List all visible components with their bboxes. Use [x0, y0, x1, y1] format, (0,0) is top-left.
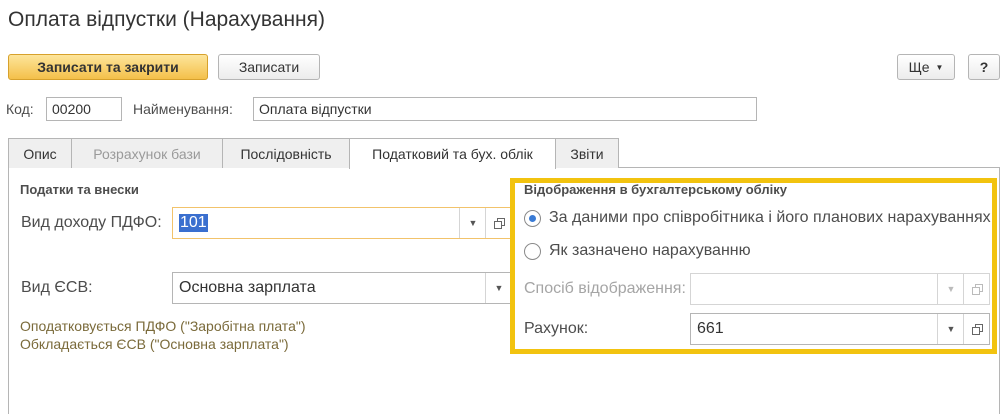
radio-as-specified-label: Як зазначено нарахуванню: [549, 242, 751, 259]
radio-as-specified[interactable]: [524, 243, 541, 260]
name-label: Найменування:: [133, 101, 233, 117]
esv-note: Обкладається ЄСВ ("Основна зарплата"): [20, 336, 289, 352]
open-icon[interactable]: [485, 208, 512, 238]
open-icon: [963, 274, 990, 304]
pdfo-value: 101: [179, 214, 208, 232]
esv-type-field[interactable]: Основна зарплата ▼: [172, 272, 512, 304]
account-value: 661: [697, 320, 724, 337]
chevron-down-icon[interactable]: ▼: [485, 273, 512, 303]
tab-tax-accounting[interactable]: Податковий та бух. облік: [349, 138, 556, 169]
chevron-down-icon: ▼: [935, 62, 944, 72]
taxes-group-title: Податки та внески: [20, 182, 139, 197]
radio-employee-data[interactable]: [524, 210, 541, 227]
name-input[interactable]: Оплата відпустки: [253, 97, 757, 121]
chevron-down-icon[interactable]: ▼: [937, 314, 964, 344]
pdfo-income-type-field[interactable]: 101 ▼: [172, 207, 512, 239]
code-input[interactable]: 00200: [46, 97, 122, 121]
tab-reports[interactable]: Звіти: [555, 138, 619, 168]
page-title: Оплата відпустки (Нарахування): [8, 8, 326, 31]
code-label: Код:: [6, 101, 34, 117]
open-icon[interactable]: [963, 314, 990, 344]
save-and-close-button[interactable]: Записати та закрити: [8, 54, 208, 80]
pdfo-note: Оподатковується ПДФО ("Заробітна плата"): [20, 318, 306, 334]
esv-label: Вид ЄСВ:: [21, 279, 93, 296]
save-button[interactable]: Записати: [218, 54, 320, 80]
chevron-down-icon[interactable]: ▼: [459, 208, 486, 238]
esv-value: Основна зарплата: [179, 279, 316, 296]
more-button[interactable]: Ще ▼: [897, 54, 955, 80]
accounting-group-title: Відображення в бухгалтерському обліку: [524, 182, 787, 197]
help-button[interactable]: ?: [968, 54, 1000, 80]
tab-description[interactable]: Опис: [8, 138, 72, 168]
tab-sequence[interactable]: Послідовність: [222, 138, 350, 168]
chevron-down-icon: ▼: [937, 274, 964, 304]
tab-base-calculation[interactable]: Розрахунок бази: [71, 138, 223, 168]
account-label: Рахунок:: [524, 320, 589, 337]
method-field: ▼: [690, 273, 990, 305]
more-label: Ще: [908, 59, 930, 75]
method-label: Спосіб відображення:: [524, 280, 686, 297]
radio-employee-data-label: За даними про співробітника і його плано…: [549, 209, 991, 226]
account-field[interactable]: 661 ▼: [690, 313, 990, 345]
pdfo-label: Вид доходу ПДФО:: [21, 214, 162, 231]
